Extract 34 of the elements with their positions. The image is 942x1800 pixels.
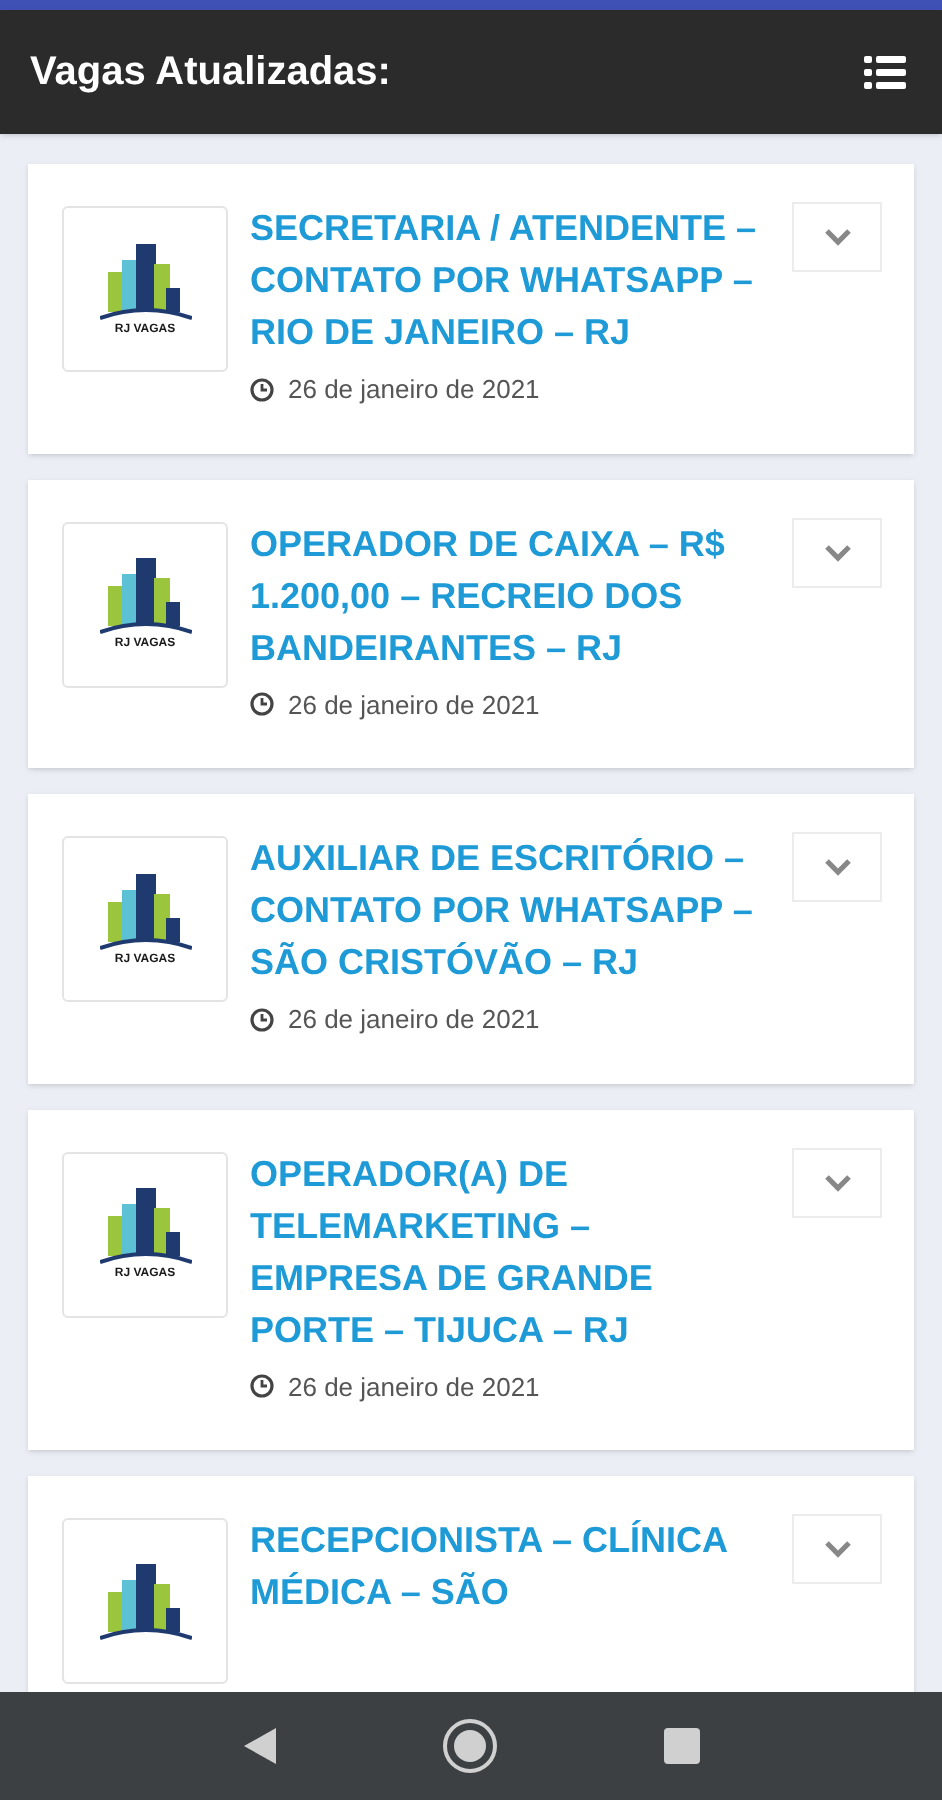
chevron-down-icon: [823, 228, 851, 246]
expand-button[interactable]: [792, 1147, 882, 1217]
buildings-icon: [99, 243, 191, 319]
job-card[interactable]: RECEPCIONISTA – CLÍNICA MÉDICA – SÃO: [28, 1476, 914, 1692]
clock-icon: [250, 377, 274, 402]
expand-button[interactable]: [792, 517, 882, 587]
recents-icon[interactable]: [663, 1728, 699, 1764]
job-title-link[interactable]: OPERADOR(A) DE TELEMARKETING – EMPRESA DE GRANDE PORTE – TIJUCA – RJ: [250, 1147, 776, 1355]
job-title-link[interactable]: RECEPCIONISTA – CLÍNICA MÉDICA – SÃO: [250, 1514, 776, 1618]
back-icon[interactable]: [243, 1728, 275, 1764]
job-title-link[interactable]: AUXILIAR DE ESCRITÓRIO – CONTATO POR WHATSAPP – SÃO CRISTÓVÃO – RJ: [250, 832, 776, 988]
post-date: 26 de janeiro de 2021: [288, 372, 540, 408]
clock-icon: [250, 692, 274, 717]
post-date: 26 de janeiro de 2021: [288, 1369, 540, 1406]
chevron-down-icon: [823, 543, 851, 561]
clock-icon: [250, 1374, 274, 1399]
expand-button[interactable]: [792, 832, 882, 902]
chevron-down-icon: [823, 1540, 851, 1558]
post-date: 26 de janeiro de 2021: [288, 687, 540, 724]
buildings-icon: [99, 1563, 191, 1639]
list-icon[interactable]: [864, 55, 906, 89]
job-title-link[interactable]: OPERADOR DE CAIXA – R$ 1.200,00 – RECREIO DOS BANDEIRANTES – RJ: [250, 517, 776, 673]
header-title: Vagas Atualizadas:: [30, 48, 391, 98]
buildings-icon: [99, 1188, 191, 1264]
buildings-icon: [99, 873, 191, 949]
chevron-down-icon: [823, 858, 851, 876]
post-date: 26 de janeiro de 2021: [288, 1002, 540, 1038]
job-title-link[interactable]: SECRETARIA / ATENDENTE – CONTATO POR WHATSAPP – RIO DE JANEIRO – RJ: [250, 202, 776, 358]
buildings-icon: [99, 558, 191, 634]
expand-button[interactable]: [792, 1514, 882, 1584]
chevron-down-icon: [823, 1173, 851, 1191]
home-icon[interactable]: [441, 1718, 497, 1774]
expand-button[interactable]: [792, 202, 882, 272]
clock-icon: [250, 1007, 274, 1032]
